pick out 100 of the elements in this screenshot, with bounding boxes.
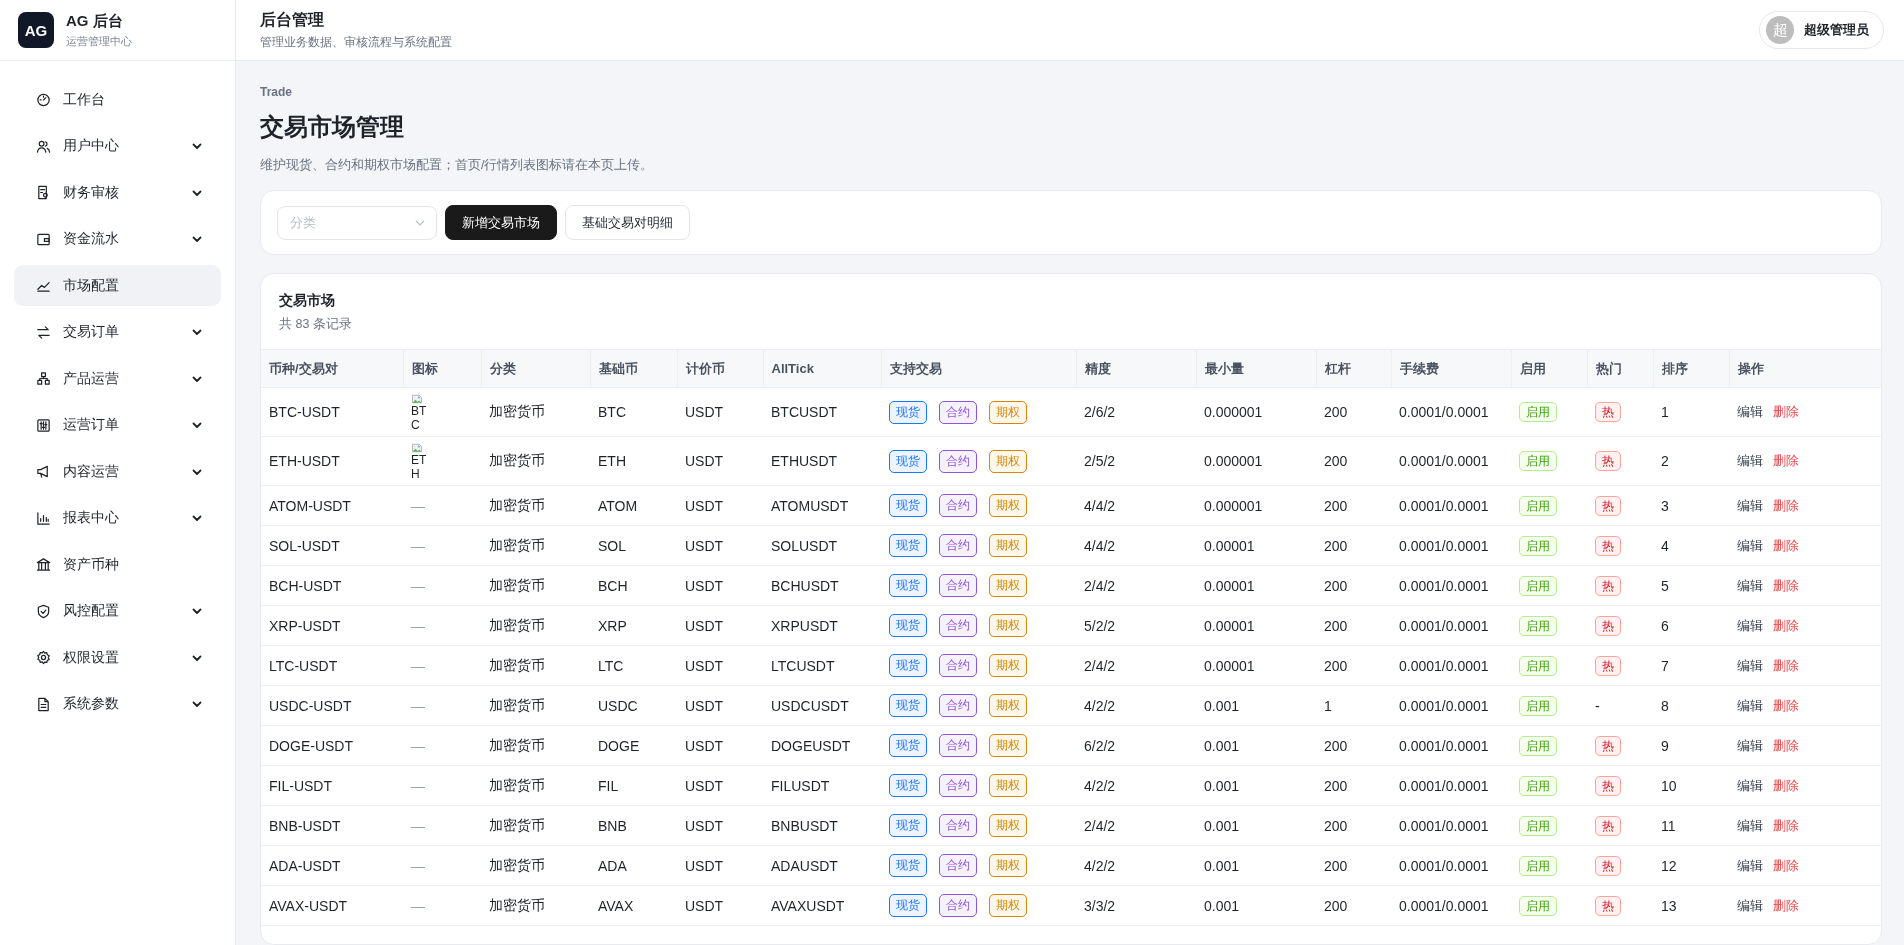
delete-link[interactable]: 删除 xyxy=(1773,452,1799,470)
table-cell: USDT xyxy=(677,645,763,686)
add-button[interactable]: 新增交易市场 xyxy=(445,205,557,240)
sidebar-item[interactable]: 资金流水 xyxy=(14,218,221,260)
edit-link[interactable]: 编辑 xyxy=(1737,656,1763,675)
delete-link[interactable]: 删除 xyxy=(1773,576,1799,595)
sidebar-item[interactable]: 权限设置 xyxy=(14,637,221,678)
edit-link[interactable]: 编辑 xyxy=(1737,696,1763,715)
table-cell: 0.0001/0.0001 xyxy=(1391,485,1511,526)
sidebar-item[interactable]: 报表中心 xyxy=(14,497,221,539)
edit-link[interactable]: 编辑 xyxy=(1737,776,1763,795)
trade-type-tag: 合约 xyxy=(939,814,977,837)
table-cell: BTC xyxy=(590,387,677,437)
user-menu[interactable]: 超 超级管理员 xyxy=(1759,11,1884,49)
sidebar-item[interactable]: 交易订单 xyxy=(14,311,221,353)
sidebar-item[interactable]: 工作台 xyxy=(14,79,221,120)
sidebar-item[interactable]: 财务审核 xyxy=(14,172,221,213)
status-tag: 启用 xyxy=(1519,402,1557,422)
table-cell: 2/4/2 xyxy=(1076,565,1196,606)
table-cell: ETH xyxy=(590,436,677,486)
delete-link[interactable]: 删除 xyxy=(1773,496,1799,515)
edit-link[interactable]: 编辑 xyxy=(1737,856,1763,875)
column-header: 启用 xyxy=(1511,349,1587,388)
table-cell: USDCUSDT xyxy=(763,685,881,726)
status-tag: 启用 xyxy=(1519,575,1557,596)
table-cell: 加密货币 xyxy=(481,765,590,806)
table-cell: 0.0001/0.0001 xyxy=(1391,605,1511,646)
table-cell: ATOM xyxy=(590,485,677,526)
delete-link[interactable]: 删除 xyxy=(1773,816,1799,835)
trade-type-tag: 期权 xyxy=(989,449,1027,473)
column-header: 杠杆 xyxy=(1316,349,1391,388)
trade-type-tag: 现货 xyxy=(889,654,927,677)
column-header: 精度 xyxy=(1076,349,1196,388)
table-cell: USDT xyxy=(677,725,763,766)
edit-link[interactable]: 编辑 xyxy=(1737,816,1763,835)
delete-link[interactable]: 删除 xyxy=(1773,616,1799,635)
table-cell: 2 xyxy=(1653,436,1729,486)
table-cell: XRP-USDT xyxy=(261,605,403,646)
table-cell: 0.001 xyxy=(1196,725,1316,766)
trade-type-tag: 期权 xyxy=(989,694,1027,717)
document-icon xyxy=(36,185,51,200)
delete-link[interactable]: 删除 xyxy=(1773,696,1799,715)
table-title: 交易市场 xyxy=(279,292,336,310)
edit-link[interactable]: 编辑 xyxy=(1737,403,1763,421)
table-cell: 4/4/2 xyxy=(1076,485,1196,526)
trade-type-tag: 合约 xyxy=(939,894,977,917)
edit-link[interactable]: 编辑 xyxy=(1737,496,1763,515)
delete-link[interactable]: 删除 xyxy=(1773,736,1799,755)
section-eyebrow: Trade xyxy=(260,85,293,99)
trade-type-tag: 期权 xyxy=(989,854,1027,877)
sidebar-item[interactable]: 内容运营 xyxy=(14,451,221,492)
column-header: 基础币 xyxy=(590,349,677,388)
sidebar-item[interactable]: 市场配置 xyxy=(14,265,221,306)
delete-link[interactable]: 删除 xyxy=(1773,856,1799,875)
delete-link[interactable]: 删除 xyxy=(1773,403,1799,421)
sidebar-item[interactable]: 风控配置 xyxy=(14,590,221,632)
sidebar-item[interactable]: 系统参数 xyxy=(14,683,221,725)
table-cell: 200 xyxy=(1316,565,1391,606)
shield-icon xyxy=(36,603,51,619)
trade-type-tag: 现货 xyxy=(889,400,927,424)
table-cell: 5/2/2 xyxy=(1076,605,1196,646)
sidebar-item[interactable]: 运营订单 xyxy=(14,404,221,446)
broken-image: BTC xyxy=(411,392,433,433)
brand-subtitle: 运营管理中心 xyxy=(66,33,132,49)
delete-link[interactable]: 删除 xyxy=(1773,896,1799,915)
avatar: 超 xyxy=(1766,16,1794,44)
table-cell: 10 xyxy=(1653,765,1729,806)
table-cell: 3/3/2 xyxy=(1076,885,1196,926)
table-cell: 13 xyxy=(1653,885,1729,926)
hot-tag: 热 xyxy=(1595,735,1621,756)
sidebar-item[interactable]: 资产币种 xyxy=(14,544,221,585)
table-cell: USDT xyxy=(677,525,763,566)
secondary-button[interactable]: 基础交易对明细 xyxy=(565,205,690,240)
trade-type-tag: 期权 xyxy=(989,574,1027,597)
status-tag: 启用 xyxy=(1519,495,1557,516)
delete-link[interactable]: 删除 xyxy=(1773,776,1799,795)
edit-link[interactable]: 编辑 xyxy=(1737,896,1763,915)
table-cell: BCH xyxy=(590,565,677,606)
edit-link[interactable]: 编辑 xyxy=(1737,616,1763,635)
table-cell: 12 xyxy=(1653,845,1729,886)
table-cell: 加密货币 xyxy=(481,805,590,846)
table-cell: 4/2/2 xyxy=(1076,845,1196,886)
sidebar-item[interactable]: 产品运营 xyxy=(14,358,221,399)
table-cell: BNB xyxy=(590,805,677,846)
table-cell: 11 xyxy=(1653,805,1729,846)
arrows-icon xyxy=(36,324,51,340)
edit-link[interactable]: 编辑 xyxy=(1737,452,1763,470)
table-cell: 200 xyxy=(1316,436,1391,486)
table-cell: USDT xyxy=(677,565,763,606)
trade-type-tag: 期权 xyxy=(989,814,1027,837)
edit-link[interactable]: 编辑 xyxy=(1737,736,1763,755)
delete-link[interactable]: 删除 xyxy=(1773,656,1799,675)
trade-type-tag: 期权 xyxy=(989,654,1027,677)
delete-link[interactable]: 删除 xyxy=(1773,536,1799,555)
trade-type-tag: 合约 xyxy=(939,449,977,473)
table-cell: 加密货币 xyxy=(481,605,590,646)
edit-link[interactable]: 编辑 xyxy=(1737,576,1763,595)
table-cell: 200 xyxy=(1316,645,1391,686)
sidebar-item[interactable]: 用户中心 xyxy=(14,125,221,167)
edit-link[interactable]: 编辑 xyxy=(1737,536,1763,555)
